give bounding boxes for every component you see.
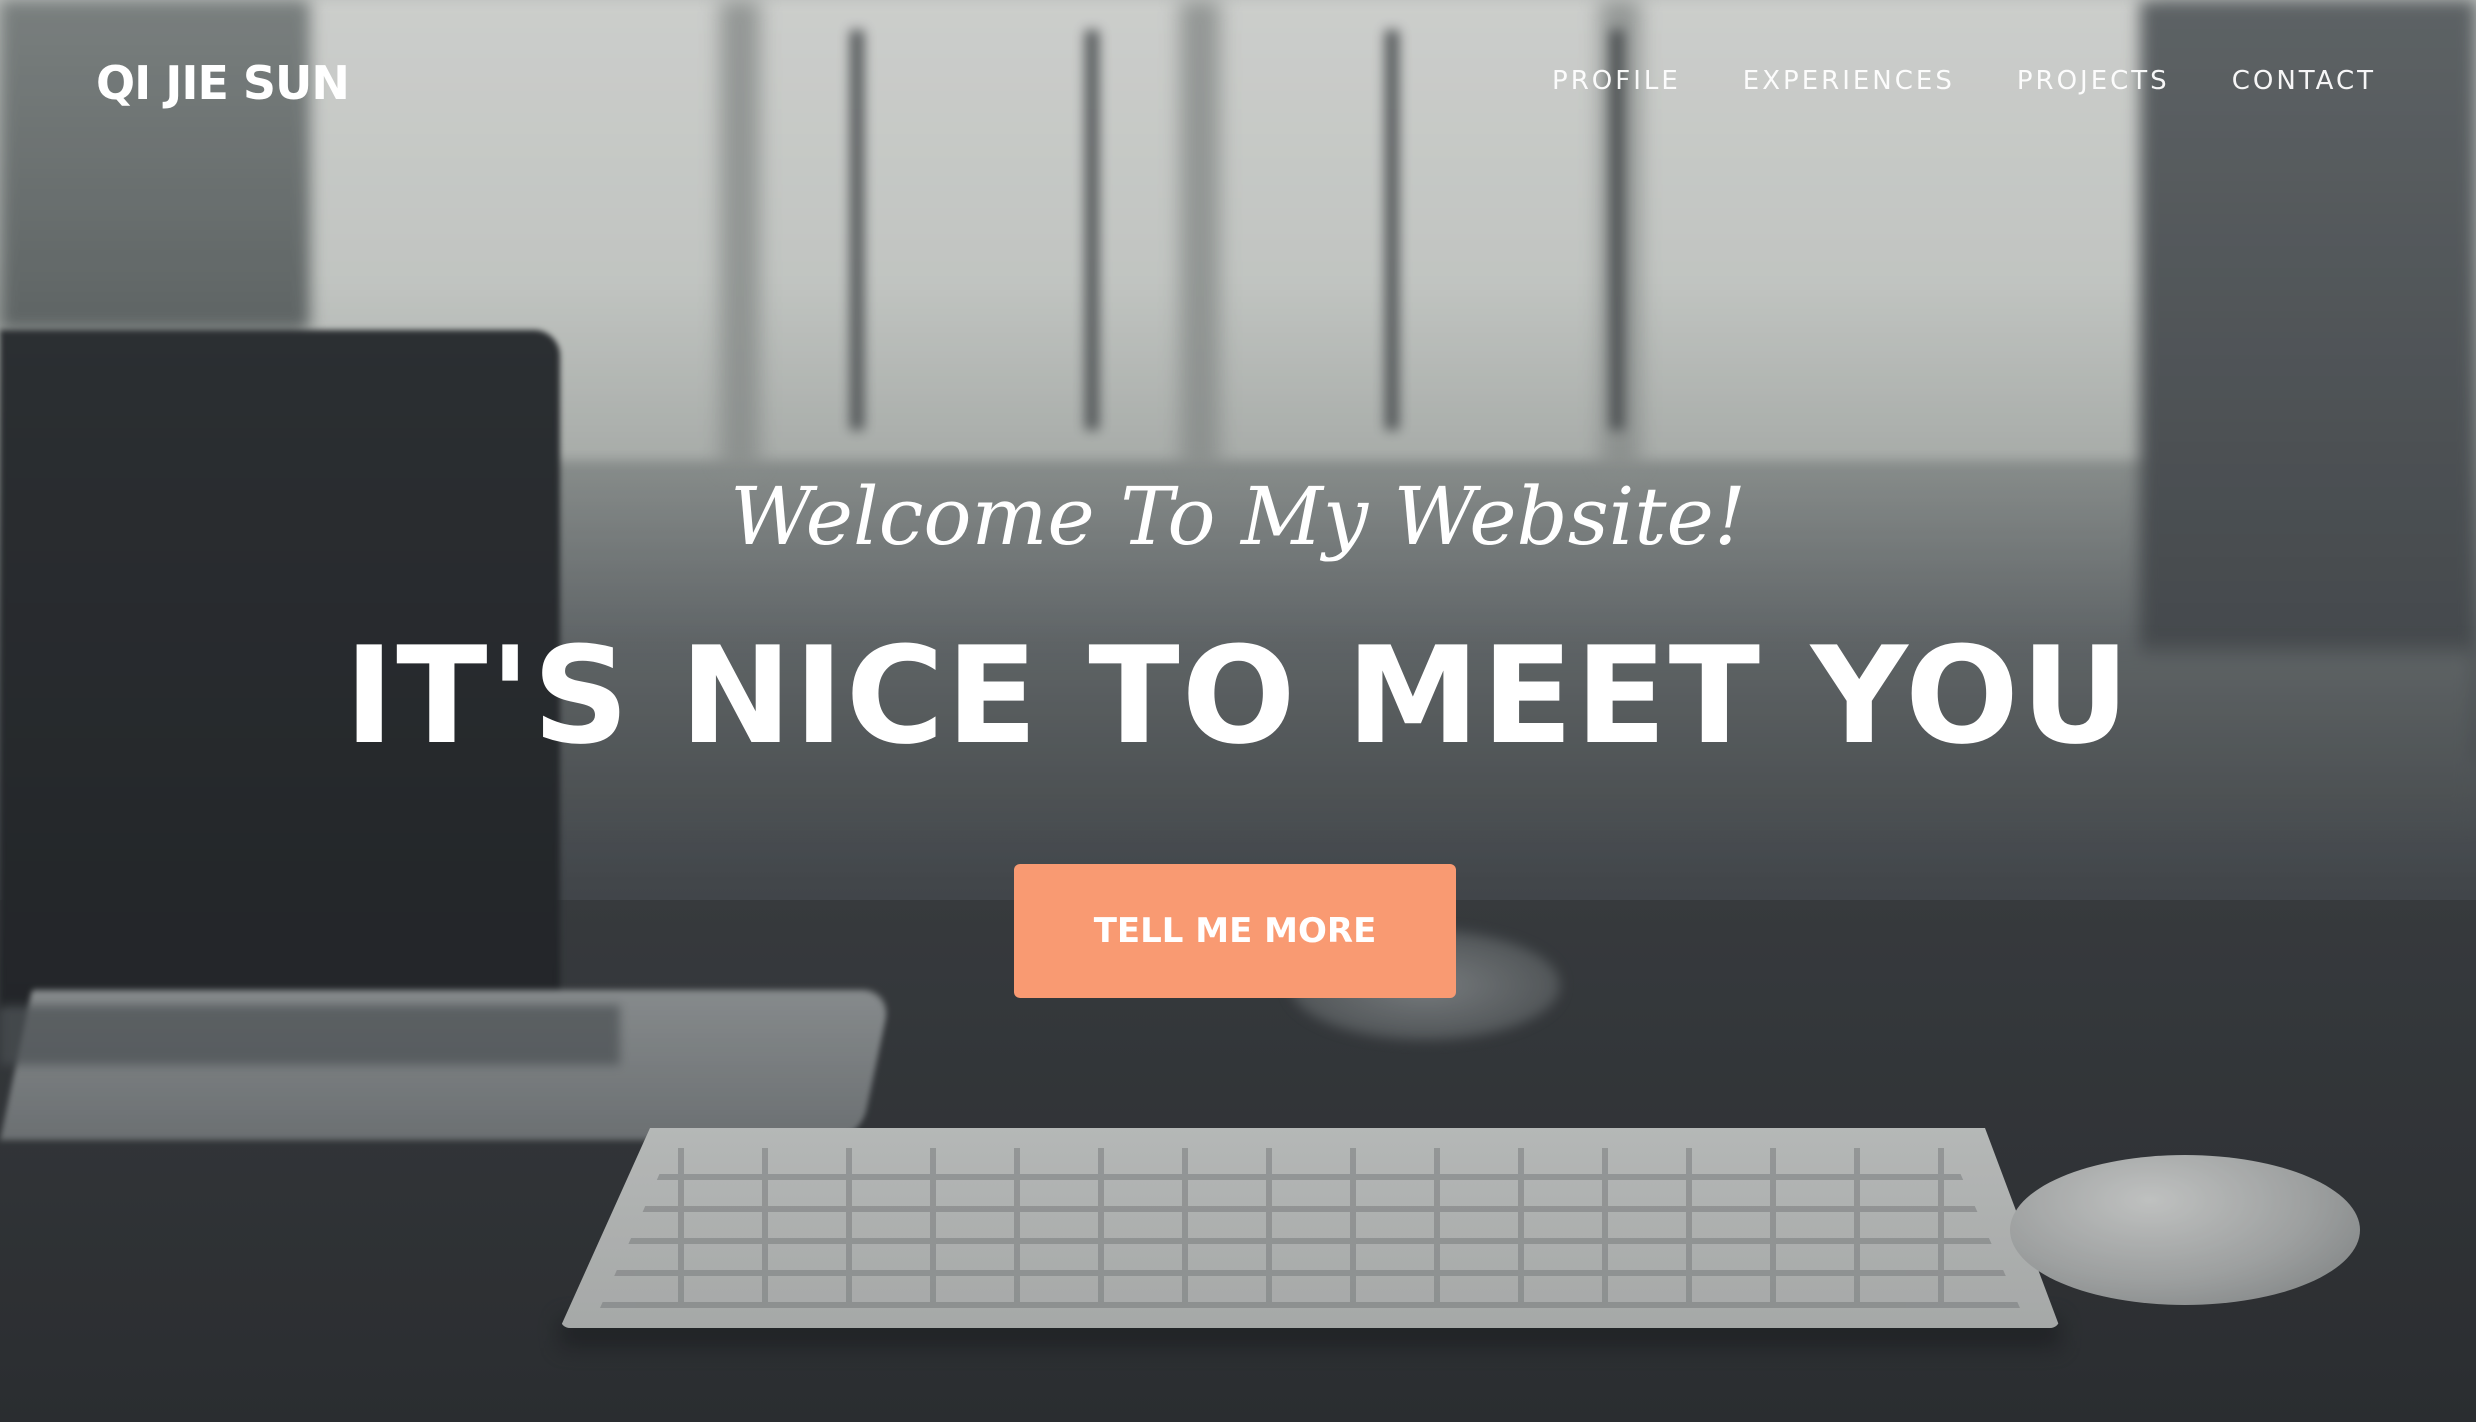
nav-item-experiences[interactable]: EXPERIENCES xyxy=(1743,66,1955,96)
brand-logo[interactable]: QI JIE SUN xyxy=(96,56,350,110)
hero-title: IT'S NICE TO MEET YOU xyxy=(344,618,2132,774)
main-nav: PROFILE EXPERIENCES PROJECTS CONTACT xyxy=(1552,66,2376,96)
nav-item-contact[interactable]: CONTACT xyxy=(2232,66,2376,96)
hero-section: QI JIE SUN PROFILE EXPERIENCES PROJECTS … xyxy=(0,0,2476,1422)
tell-me-more-button[interactable]: TELL ME MORE xyxy=(1014,864,1456,998)
nav-item-projects[interactable]: PROJECTS xyxy=(2017,66,2170,96)
nav-item-profile[interactable]: PROFILE xyxy=(1552,66,1681,96)
hero-subtitle: Welcome To My Website! xyxy=(729,470,1747,563)
